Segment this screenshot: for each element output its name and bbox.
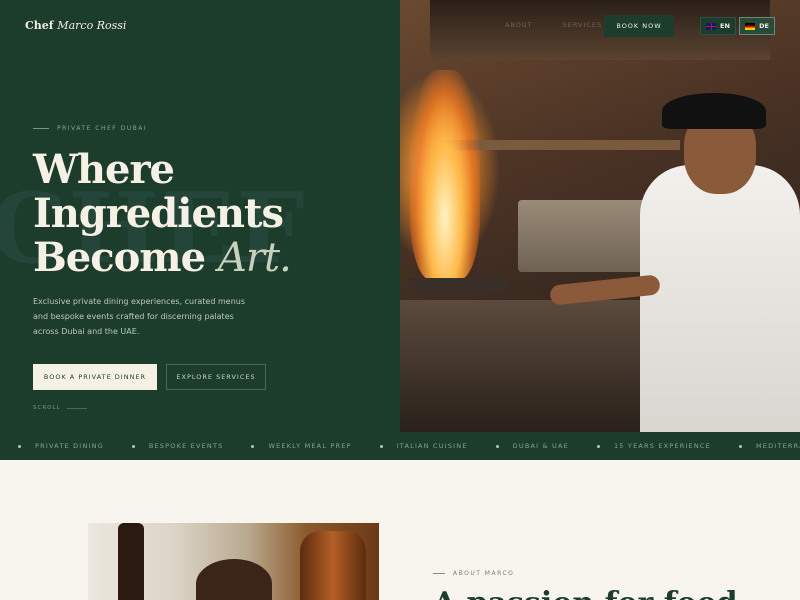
stove bbox=[400, 300, 680, 432]
about-photo bbox=[88, 523, 379, 600]
services-ticker: PRIVATE DINING BESPOKE EVENTS WEEKLY MEA… bbox=[0, 432, 800, 460]
language-code: DE bbox=[759, 22, 769, 30]
language-en-button[interactable]: EN bbox=[700, 17, 736, 35]
about-heading: A passion for food bbox=[433, 586, 738, 600]
hero-panel: CHEF Chef Marco Rossi PRIVATE CHEF DUBAI… bbox=[0, 0, 400, 432]
frying-pan bbox=[408, 278, 508, 292]
headline-line-1: Where bbox=[33, 146, 175, 193]
bullet-icon bbox=[596, 444, 600, 448]
eyebrow-text: PRIVATE CHEF DUBAI bbox=[57, 125, 148, 132]
explore-services-button[interactable]: EXPLORE SERVICES bbox=[166, 364, 266, 390]
scroll-label: SCROLL bbox=[33, 405, 61, 411]
book-private-dinner-button[interactable]: BOOK A PRIVATE DINNER bbox=[33, 364, 157, 390]
headline-line-3: Become bbox=[33, 234, 218, 281]
ticker-item: ITALIAN CUISINE bbox=[379, 442, 468, 450]
ticker-item: WEEKLY MEAL PREP bbox=[251, 442, 351, 450]
chef-cap bbox=[662, 93, 766, 129]
hero-description: Exclusive private dining experiences, cu… bbox=[33, 297, 245, 336]
ticker-label: PRIVATE DINING bbox=[35, 442, 104, 450]
bottle-left bbox=[118, 523, 144, 600]
germany-flag-icon bbox=[745, 22, 756, 30]
hero-eyebrow: PRIVATE CHEF DUBAI bbox=[33, 125, 147, 132]
ticker-item: 15 YEARS EXPERIENCE bbox=[596, 442, 711, 450]
copper-bottle bbox=[300, 531, 366, 600]
brand-logo[interactable]: Chef Marco Rossi bbox=[25, 19, 126, 32]
hero-chef-photo bbox=[400, 0, 800, 432]
ticker-item: BESPOKE EVENTS bbox=[131, 442, 224, 450]
ticker-label: 15 YEARS EXPERIENCE bbox=[613, 442, 711, 450]
ticker-label: ITALIAN CUISINE bbox=[396, 442, 468, 450]
scroll-indicator[interactable]: SCROLL bbox=[33, 405, 87, 411]
ticker-item: PRIVATE DINING bbox=[18, 442, 104, 450]
ticker-label: WEEKLY MEAL PREP bbox=[268, 442, 352, 450]
eyebrow-line bbox=[33, 128, 49, 129]
headline-line-2: Ingredients bbox=[33, 190, 284, 237]
scroll-line bbox=[66, 407, 87, 409]
hero-section: CHEF Chef Marco Rossi PRIVATE CHEF DUBAI… bbox=[0, 0, 800, 432]
ticker-label: MEDITERRANEAN FLAVOURS bbox=[755, 442, 800, 450]
headline-accent: Art. bbox=[218, 235, 292, 281]
ticker-item: DUBAI & UAE bbox=[495, 442, 569, 450]
ticker-label: BESPOKE EVENTS bbox=[148, 442, 224, 450]
stock-pot bbox=[518, 200, 648, 272]
about-eyebrow: ABOUT MARCO bbox=[433, 570, 514, 577]
uk-flag-icon bbox=[706, 22, 717, 30]
bullet-icon bbox=[18, 444, 21, 448]
nav-link-about[interactable]: ABOUT bbox=[505, 21, 533, 29]
chef-jacket bbox=[640, 165, 800, 432]
bullet-icon bbox=[251, 444, 255, 448]
ticker-item: MEDITERRANEAN FLAVOURS bbox=[738, 442, 800, 450]
brand-name: Marco Rossi bbox=[57, 19, 127, 32]
brand-prefix: Chef bbox=[25, 19, 54, 32]
book-now-button[interactable]: BOOK NOW bbox=[604, 15, 674, 37]
bullet-icon bbox=[131, 444, 135, 448]
nav-link-services[interactable]: SERVICES bbox=[563, 21, 603, 29]
language-de-button[interactable]: DE bbox=[739, 17, 775, 35]
language-code: EN bbox=[720, 22, 730, 30]
about-eyebrow-text: ABOUT MARCO bbox=[453, 570, 515, 577]
bullet-icon bbox=[495, 444, 499, 448]
bullet-icon bbox=[738, 444, 742, 448]
main-nav: ABOUT SERVICES bbox=[505, 21, 602, 29]
ticker-label: DUBAI & UAE bbox=[512, 442, 569, 450]
eyebrow-line bbox=[433, 573, 445, 574]
chef-hair bbox=[196, 559, 272, 600]
flame bbox=[410, 70, 480, 280]
bullet-icon bbox=[379, 444, 383, 448]
hero-headline: Where Ingredients Become Art. bbox=[33, 146, 292, 281]
